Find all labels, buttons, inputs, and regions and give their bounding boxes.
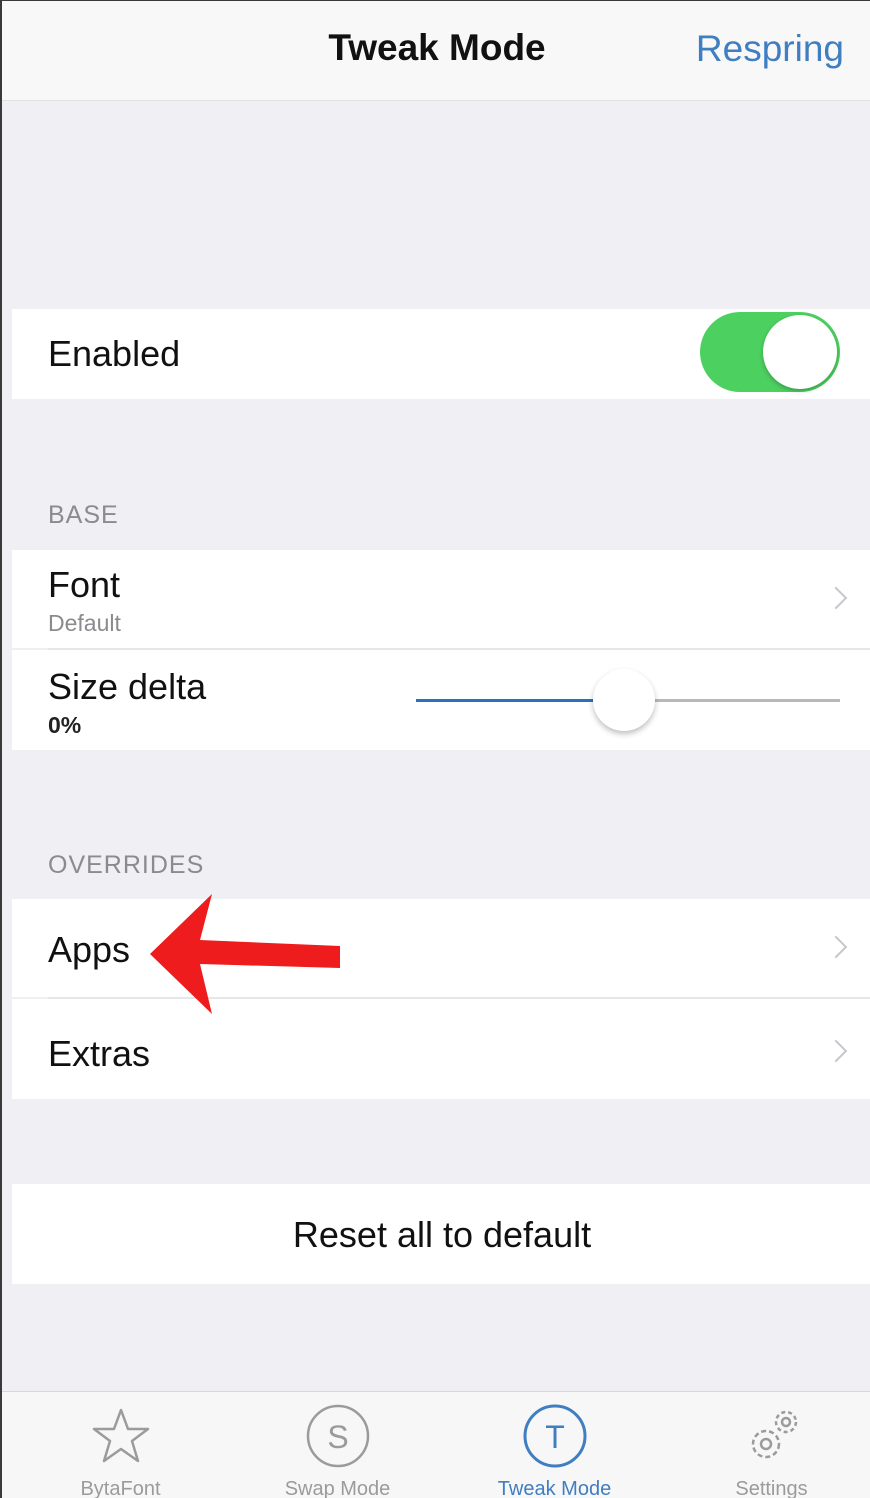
star-icon: [92, 1408, 149, 1463]
chevron-right-icon: [824, 1039, 848, 1063]
font-cell[interactable]: Font Default: [12, 550, 870, 648]
tab-label: Settings: [735, 1478, 808, 1498]
extras-label: Extras: [48, 1033, 151, 1074]
respring-button[interactable]: Respring: [696, 28, 844, 70]
apps-cell[interactable]: Apps: [12, 899, 870, 997]
tab-bytafont[interactable]: BytaFont: [12, 1392, 229, 1498]
chevron-right-icon: [824, 586, 848, 610]
chevron-right-icon: [824, 935, 848, 959]
size-delta-value: 0%: [48, 712, 82, 738]
svg-text:S: S: [327, 1419, 348, 1455]
tab-label: Tweak Mode: [497, 1478, 612, 1498]
red-arrow-annotation-icon: [150, 894, 340, 1014]
size-delta-title: Size delta: [48, 666, 207, 707]
tab-bar: BytaFont S Swap Mode T Tweak Mode Settin: [2, 1391, 870, 1498]
app-screen: Tweak Mode Respring Enabled BASE Font De…: [0, 0, 870, 1498]
overrides-section-header: OVERRIDES: [48, 851, 205, 879]
gears-icon: [751, 1410, 797, 1459]
reset-cell[interactable]: Reset all to default: [12, 1184, 870, 1284]
base-section-header: BASE: [48, 501, 119, 529]
extras-cell[interactable]: Extras: [12, 999, 870, 1099]
toggle-knob: [763, 315, 837, 389]
svg-text:T: T: [545, 1419, 565, 1455]
font-title: Font: [48, 564, 121, 605]
apps-label: Apps: [48, 929, 131, 970]
s-circle-icon: S: [306, 1404, 369, 1468]
tab-label: Swap Mode: [284, 1478, 391, 1498]
navigation-bar: Tweak Mode Respring: [2, 1, 870, 101]
tab-settings[interactable]: Settings: [663, 1392, 870, 1498]
reset-all-button: Reset all to default: [292, 1214, 592, 1255]
enabled-toggle[interactable]: [700, 312, 840, 392]
t-circle-icon: T: [523, 1404, 586, 1468]
tab-label: BytaFont: [80, 1478, 161, 1498]
tab-tweak-mode[interactable]: T Tweak Mode: [446, 1392, 663, 1498]
font-value: Default: [48, 610, 121, 636]
size-delta-slider-thumb[interactable]: [592, 669, 655, 731]
tab-swap-mode[interactable]: S Swap Mode: [229, 1392, 446, 1498]
enabled-label: Enabled: [48, 333, 181, 374]
